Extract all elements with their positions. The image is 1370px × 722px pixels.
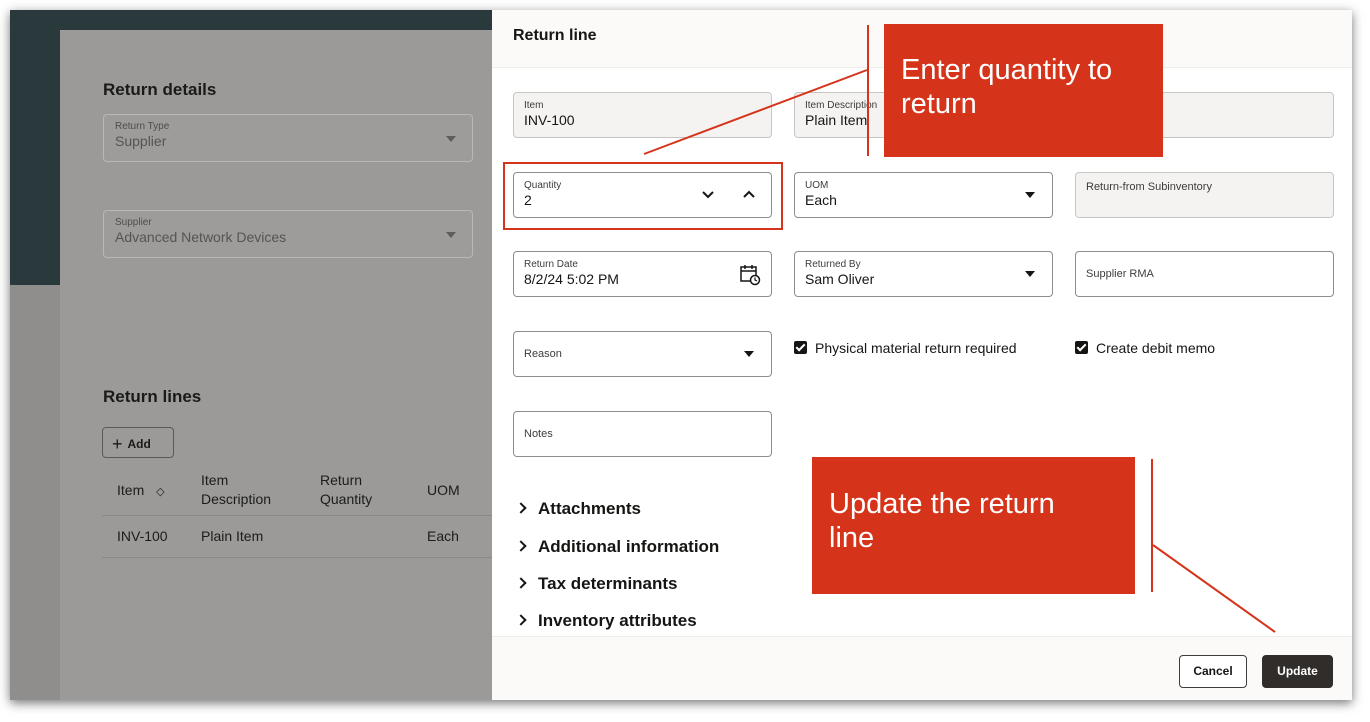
return-details-heading: Return details: [103, 80, 217, 99]
chevron-right-icon: [515, 614, 527, 626]
checkbox-checked-icon[interactable]: [1075, 341, 1088, 354]
section-inventory-attributes[interactable]: Inventory attributes: [515, 611, 697, 631]
reason-select[interactable]: Reason: [513, 331, 772, 377]
supplier-label: Supplier: [115, 217, 152, 228]
reason-label: Reason: [524, 348, 562, 360]
section-tax-determinants[interactable]: Tax determinants: [515, 574, 678, 594]
returned-by-select[interactable]: Returned By Sam Oliver: [794, 251, 1053, 297]
notes-label: Notes: [524, 428, 553, 440]
caret-down-icon: [1025, 192, 1035, 198]
item-field: Item INV-100: [513, 92, 772, 138]
drawer-footer: Cancel Update: [492, 636, 1352, 700]
return-type-select[interactable]: Return Type Supplier: [103, 114, 473, 162]
return-date-label: Return Date: [524, 259, 578, 270]
returned-by-value: Sam Oliver: [805, 271, 875, 287]
return-lines-heading: Return lines: [103, 387, 202, 406]
section-additional-information[interactable]: Additional information: [515, 537, 719, 557]
table-row-divider: [102, 557, 502, 558]
callout-quantity-line2: return: [901, 88, 977, 120]
return-from-subinventory-label: Return-from Subinventory: [1086, 181, 1212, 193]
callout-leader-line: [1151, 459, 1153, 592]
column-header-uom: UOM: [427, 482, 460, 498]
checkbox-checked-icon[interactable]: [794, 341, 807, 354]
caret-down-icon: [446, 136, 456, 142]
table-cell-uom: Each: [427, 528, 459, 544]
create-debit-memo-label: Create debit memo: [1096, 340, 1216, 356]
chevron-right-icon: [515, 540, 527, 552]
return-type-label: Return Type: [115, 121, 170, 132]
update-button[interactable]: Update: [1262, 655, 1333, 688]
returned-by-label: Returned By: [805, 259, 861, 270]
return-date-value: 8/2/24 5:02 PM: [524, 271, 619, 287]
chevron-right-icon: [515, 577, 527, 589]
sort-icon[interactable]: ◇: [156, 486, 164, 498]
callout-quantity-line1: Enter quantity to: [901, 54, 1113, 86]
callout-update-line: Update the return line: [812, 457, 1135, 594]
section-attachments[interactable]: Attachments: [515, 499, 641, 519]
table-cell-description: Plain Item: [201, 528, 264, 544]
caret-down-icon: [744, 351, 754, 357]
callout-leader-line: [867, 25, 869, 156]
caret-down-icon: [446, 232, 456, 238]
column-header-item-description: Item Description: [201, 472, 272, 507]
add-line-button[interactable]: + Add: [102, 427, 174, 458]
notes-input[interactable]: Notes: [513, 411, 772, 457]
create-debit-memo-checkbox[interactable]: Create debit memo: [1075, 340, 1215, 356]
return-type-value: Supplier: [115, 133, 167, 149]
return-date-field[interactable]: Return Date 8/2/24 5:02 PM: [513, 251, 772, 297]
item-label: Item: [524, 100, 544, 111]
quantity-highlight-box: [503, 162, 783, 230]
physical-return-label: Physical material return required: [815, 340, 1017, 356]
add-button-label: Add: [127, 437, 151, 451]
chevron-right-icon: [515, 502, 527, 514]
drawer-title: Return line: [513, 27, 597, 44]
table-header-divider: [102, 515, 502, 516]
physical-return-checkbox[interactable]: Physical material return required: [794, 340, 1017, 356]
caret-down-icon: [1025, 271, 1035, 277]
item-value: INV-100: [524, 112, 575, 128]
callout-enter-quantity: Enter quantity to return: [884, 24, 1163, 157]
supplier-rma-label: Supplier RMA: [1086, 268, 1154, 280]
cancel-button[interactable]: Cancel: [1179, 655, 1247, 688]
return-from-subinventory-field: Return-from Subinventory: [1075, 172, 1334, 218]
calendar-icon[interactable]: [739, 264, 761, 286]
uom-value: Each: [805, 192, 837, 208]
uom-select[interactable]: UOM Each: [794, 172, 1053, 218]
callout-update-line1: Update the return: [829, 488, 1055, 520]
uom-label: UOM: [805, 180, 829, 191]
callout-update-line2: line: [829, 522, 875, 554]
table-cell-item[interactable]: INV-100: [117, 528, 168, 544]
supplier-rma-input[interactable]: Supplier RMA: [1075, 251, 1334, 297]
plus-icon: +: [112, 434, 123, 454]
column-header-item[interactable]: Item ◇: [117, 481, 165, 502]
supplier-value: Advanced Network Devices: [115, 229, 287, 245]
supplier-select[interactable]: Supplier Advanced Network Devices: [103, 210, 473, 258]
column-header-return-quantity: Return Quantity: [320, 472, 373, 507]
